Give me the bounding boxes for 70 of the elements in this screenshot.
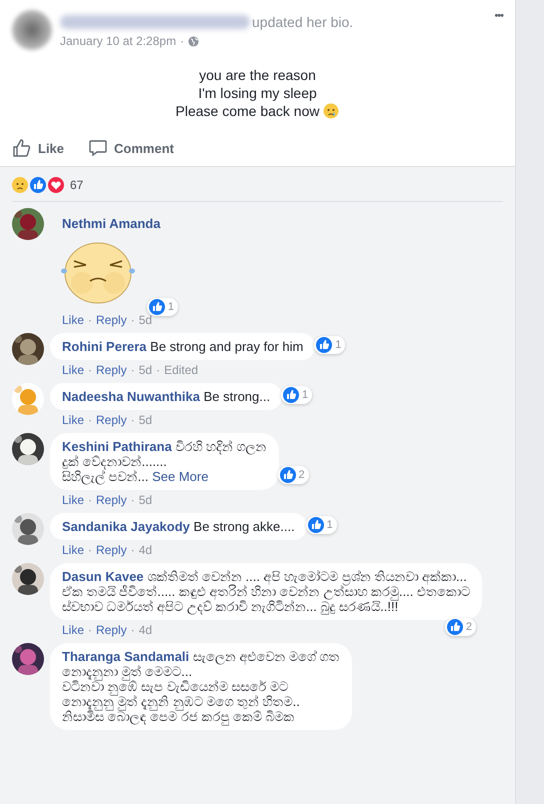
comment-time[interactable]: 5d [138,363,152,377]
comment-text: Dasun Kavee ශක්තිමත් වෙන්න .... අපි හැමෝටම ප්‍රශ්න තියනවා අක්කා... ඒක තමයි ජීවිතේ..... කඳුළු අතරින් හිනා වෙන්න උත්සාහ කරමු.... එතකොට ස්වභාව ධර්මයත් අපිට උදව් කරාවි නැගිටින්න... බුදු සරණයි..!!! [62,569,470,614]
separator: · [130,313,135,327]
separator: · [88,313,92,327]
comment-text: Nadeesha Nuwanthika Be strong... [62,389,270,404]
like-link[interactable]: Like [62,413,84,427]
commenter-name[interactable]: Sandanika Jayakody [62,519,190,534]
comment-time[interactable]: 5d [138,493,152,507]
like-link[interactable]: Like [62,493,84,507]
like-count-badge[interactable]: 1 [280,386,312,404]
like-link[interactable]: Like [62,543,84,557]
reply-link[interactable]: Reply [96,413,127,427]
separator: · [88,413,92,427]
sad-reaction-icon [12,177,28,193]
separator: · [88,543,92,557]
like-button[interactable]: Like [12,138,64,158]
like-link[interactable]: Like [62,623,84,637]
separator: · [130,543,135,557]
comment-time[interactable]: 5d [138,413,152,427]
comment-time[interactable]: 5d [138,313,152,327]
blurred-avatar [12,10,52,50]
separator: · [130,493,135,507]
reply-link[interactable]: Reply [96,493,127,507]
post-time[interactable]: January 10 at 2:28pm [60,34,176,48]
comment-text: Keshini Pathirana විරහි හදින් ගලන දුක් වේදනාවන්....... සිහිලැල් පවන්... See More [62,439,267,484]
commenter-name[interactable]: Dasun Kavee [62,569,144,584]
comment-button[interactable]: Comment [88,138,174,158]
more-options-icon[interactable]: ••• [494,10,503,22]
like-link[interactable]: Like [62,363,84,377]
see-more-link[interactable]: See More [152,469,208,484]
separator: · [130,623,135,637]
like-count-badge[interactable]: 2 [444,618,476,636]
reply-link[interactable]: Reply [96,363,127,377]
separator: · [156,363,160,377]
comment-time[interactable]: 4d [138,623,152,637]
separator: · [180,34,184,48]
reaction-count[interactable]: 67 [70,178,84,192]
speech-bubble-icon [88,138,108,158]
commenter-name[interactable]: Nethmi Amanda [62,216,160,231]
commenter-name[interactable]: Nadeesha Nuwanthika [62,389,200,404]
globe-icon [188,36,200,46]
post-action: updated her bio. [252,14,354,30]
like-link[interactable]: Like [62,313,84,327]
separator: · [130,363,135,377]
thumbs-up-icon [12,138,32,158]
like-count-badge[interactable]: 1 [314,336,346,354]
commenter-name[interactable]: Rohini Perera [62,339,147,354]
like-count-badge[interactable]: 1 [306,516,337,534]
bio-line: I'm losing my sleep [198,84,317,102]
edited-label[interactable]: Edited [164,363,198,377]
reply-link[interactable]: Reply [96,313,127,327]
separator: · [88,363,92,377]
like-count-badge[interactable]: 1 [146,298,178,316]
bio-line: you are the reason [199,66,316,84]
commenter-name[interactable]: Tharanga Sandamali [62,649,190,664]
bio-line: Please come back now [176,102,320,120]
comment-time[interactable]: 4d [138,543,152,557]
separator: · [88,493,92,507]
like-count-badge[interactable]: 2 [278,466,309,484]
comment-text: Sandanika Jayakody Be strong akke.... [62,519,295,534]
separator: · [88,623,92,637]
reply-link[interactable]: Reply [96,623,127,637]
like-reaction-icon [30,177,46,193]
separator: · [130,413,135,427]
love-reaction-icon [48,177,64,193]
comment-text: Tharanga Sandamali සැලෙන අළුවෙන මගේ ගත නොදැනුනා මුත් මෙමට... වටිනවා නුඹේ සැප වැඩියෙන්ම සසරේ මට නොදැනුනු මුත් දැනුනි නුඹට මගෙ තුන් හිතම.. නිසාමිස බොලඳ පෙම රජ කරපු කෙම් බිමක [62,649,340,724]
crying-face-icon [323,103,340,119]
commenter-name[interactable]: Keshini Pathirana [62,439,172,454]
reply-link[interactable]: Reply [96,543,127,557]
comment-text: Rohini Perera Be strong and pray for him [62,339,304,354]
